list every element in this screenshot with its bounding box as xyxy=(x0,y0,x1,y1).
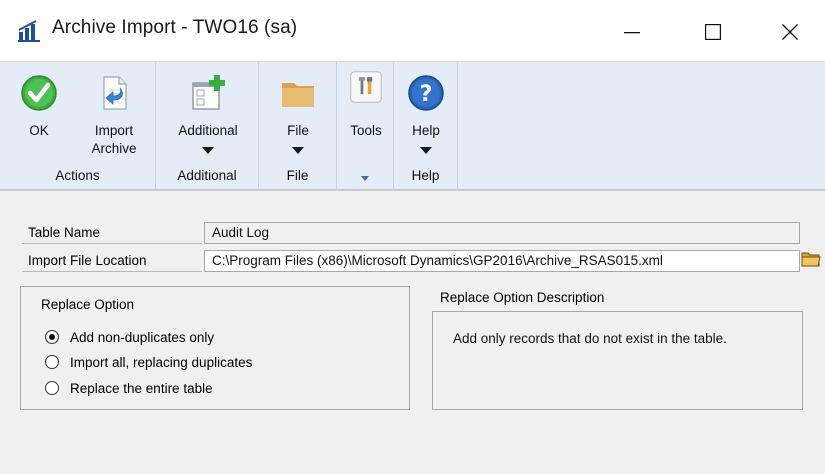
ribbon-group-additional: Additional Additional xyxy=(156,62,259,190)
minimize-button[interactable] xyxy=(612,14,652,50)
help-button-label: Help xyxy=(412,123,440,138)
radio-button[interactable] xyxy=(45,355,59,369)
replace-description-title: Replace Option Description xyxy=(440,290,605,305)
additional-button-label: Additional xyxy=(178,123,238,138)
file-button-label: File xyxy=(287,123,309,138)
ribbon-group-label-file: File xyxy=(286,168,309,183)
import-file-location-field[interactable]: C:\Program Files (x86)\Microsoft Dynamic… xyxy=(204,250,800,272)
window-title: Archive Import - TWO16 (sa) xyxy=(52,17,298,38)
close-button[interactable] xyxy=(770,14,810,50)
ribbon-group-label-help: Help xyxy=(411,168,440,183)
table-name-label: Table Name xyxy=(22,222,202,244)
radio-label: Add non-duplicates only xyxy=(70,329,215,345)
chevron-down-icon xyxy=(292,147,304,154)
help-icon: ? xyxy=(408,75,444,111)
radio-import-all-replacing[interactable]: Import all, replacing duplicates xyxy=(45,353,252,371)
archive-label-line2: Archive xyxy=(91,141,137,156)
ribbon-group-tools: Tools xyxy=(337,62,394,190)
import-label-line1: Import xyxy=(94,123,134,138)
import-document-icon xyxy=(103,76,127,110)
ribbon-group-file: File File xyxy=(259,62,337,190)
title-bar: Archive Import - TWO16 (sa) xyxy=(0,0,825,62)
radio-add-non-duplicates[interactable]: Add non-duplicates only xyxy=(45,328,214,346)
add-window-icon xyxy=(192,75,225,110)
chevron-down-icon xyxy=(420,147,432,154)
ribbon-group-label-additional: Additional xyxy=(177,168,237,183)
radio-button[interactable] xyxy=(45,381,59,395)
minimize-icon xyxy=(624,32,640,34)
import-file-location-label: Import File Location xyxy=(22,250,202,272)
radio-label: Replace the entire table xyxy=(70,380,213,396)
tools-button-label: Tools xyxy=(350,123,382,138)
replace-description-box: Add only records that do not exist in th… xyxy=(432,311,803,410)
folder-icon xyxy=(282,83,314,107)
replace-option-title: Replace Option xyxy=(41,297,135,312)
close-icon xyxy=(782,24,798,40)
maximize-icon xyxy=(705,24,721,40)
ok-button-label: OK xyxy=(29,123,49,138)
browse-folder-icon[interactable] xyxy=(800,249,822,269)
import-archive-button-label: Import Archive xyxy=(78,122,150,158)
ribbon-group-label-actions: Actions xyxy=(55,168,100,183)
replace-option-groupbox: Replace Option Add non-duplicates only I… xyxy=(20,286,410,410)
dynamics-app-icon xyxy=(18,20,40,42)
tools-group-dropdown-icon[interactable] xyxy=(361,176,369,181)
ribbon-group-actions: OK Import Archive Actions xyxy=(0,62,156,190)
checkmark-icon xyxy=(21,75,57,111)
radio-replace-entire-table[interactable]: Replace the entire table xyxy=(45,379,213,397)
radio-button-checked[interactable] xyxy=(45,330,59,344)
maximize-button[interactable] xyxy=(693,14,733,50)
table-name-field: Audit Log xyxy=(204,222,800,244)
chevron-down-icon xyxy=(202,147,214,154)
radio-label: Import all, replacing duplicates xyxy=(70,354,253,370)
ribbon-group-help: ? Help Help xyxy=(394,62,458,190)
ribbon-toolbar: OK Import Archive Actions Additional Add… xyxy=(0,62,825,190)
svg-text:?: ? xyxy=(420,82,433,107)
tools-icon xyxy=(350,71,382,103)
